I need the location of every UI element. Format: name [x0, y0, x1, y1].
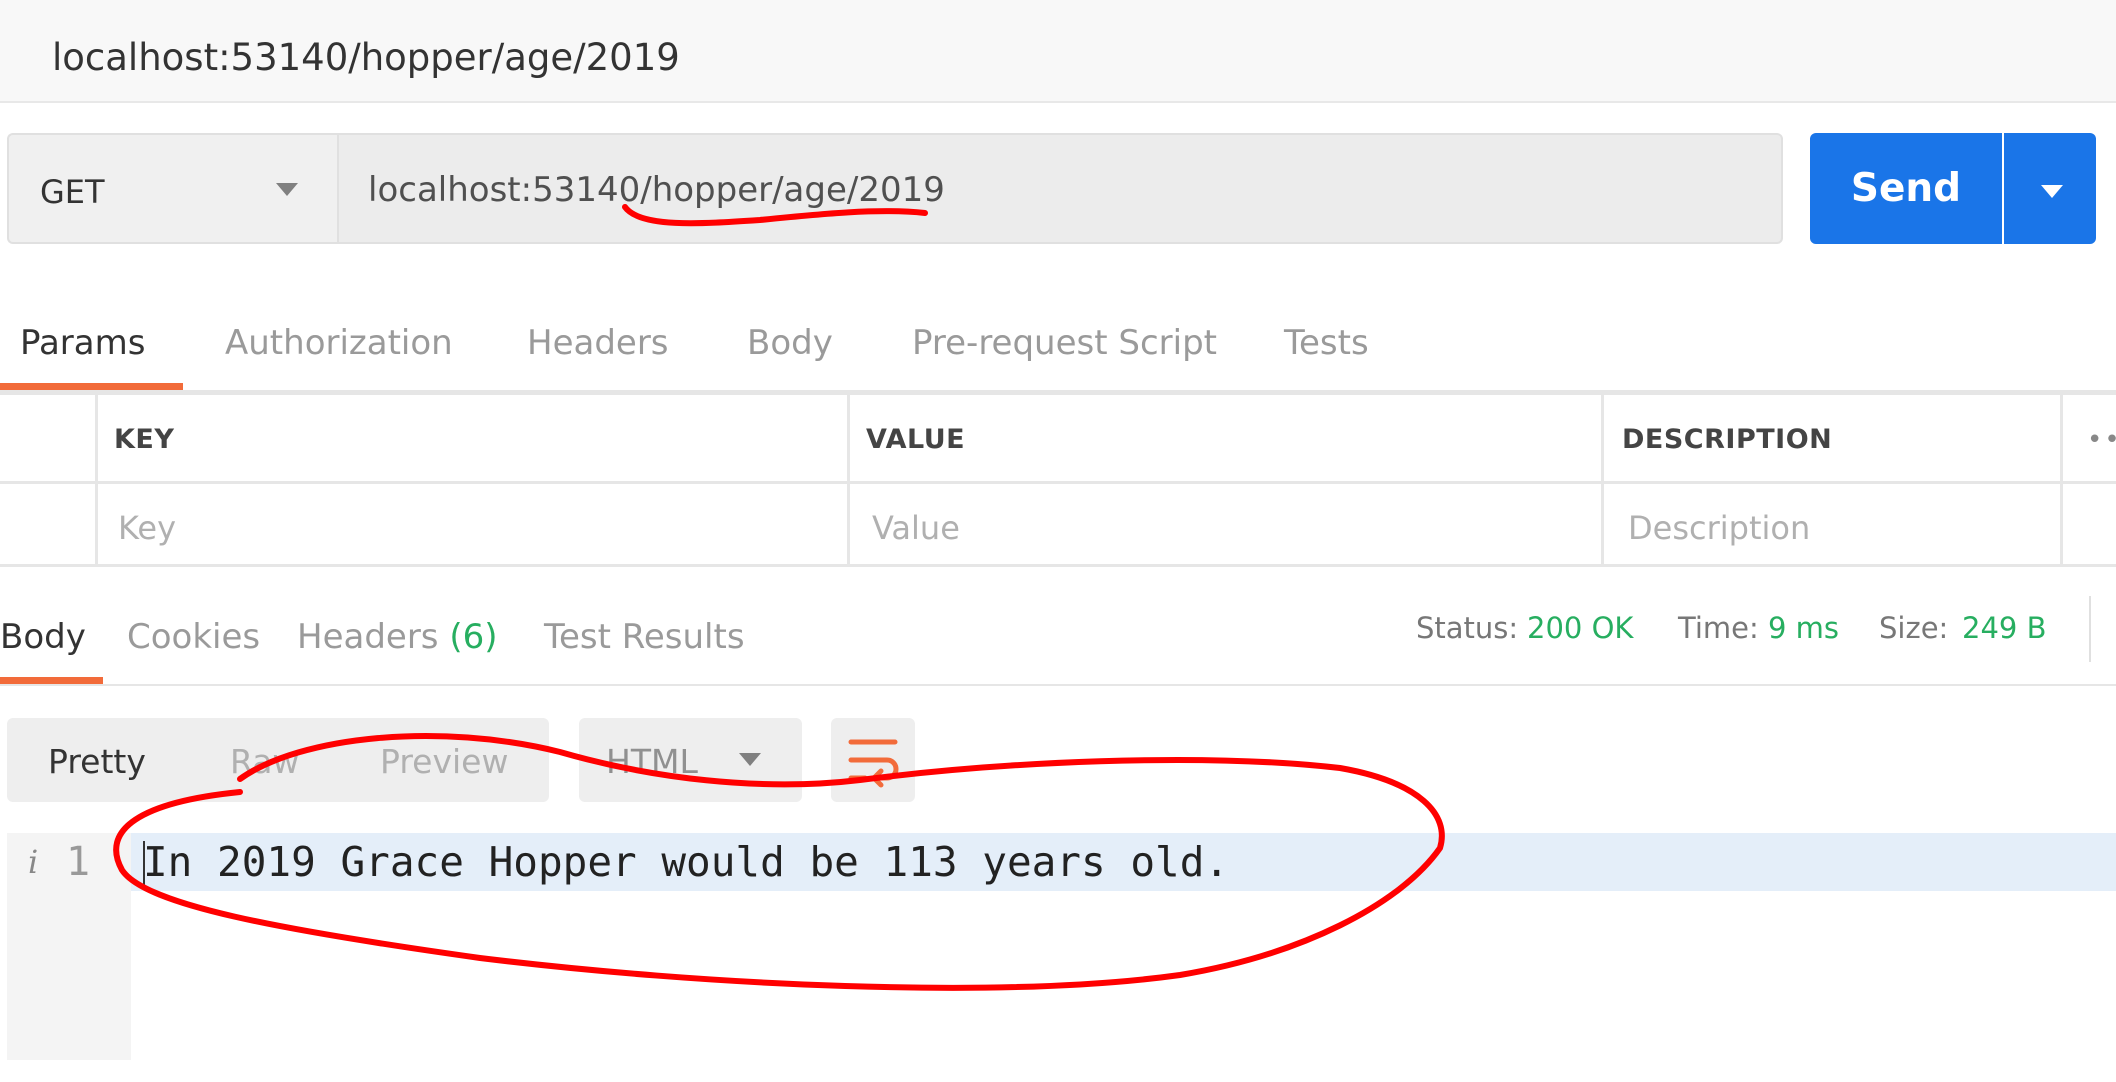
status-value: 200 OK	[1527, 611, 1634, 645]
size-value: 249 B	[1962, 611, 2047, 645]
send-button[interactable]: Send	[1810, 133, 2002, 244]
tab-pre-request-script[interactable]: Pre-request Script	[912, 323, 1217, 363]
time-label: Time:	[1678, 611, 1759, 645]
preview-button[interactable]: Preview	[380, 742, 508, 781]
response-body-line[interactable]: In 2019 Grace Hopper would be 113 years …	[143, 838, 1229, 886]
response-tab-cookies[interactable]: Cookies	[127, 617, 260, 657]
url-value[interactable]: localhost:53140/hopper/age/2019	[368, 170, 945, 210]
headers-count-badge: (6)	[449, 617, 498, 657]
divider	[0, 684, 2116, 686]
request-title[interactable]: localhost:53140/hopper/age/2019	[52, 36, 680, 79]
table-border	[0, 481, 2116, 484]
table-border	[0, 564, 2116, 567]
wrap-lines-icon	[848, 739, 899, 788]
tab-body[interactable]: Body	[747, 323, 833, 363]
response-tab-headers[interactable]: Headers (6)	[297, 617, 498, 657]
active-tab-indicator	[0, 677, 103, 684]
pretty-button[interactable]: Pretty	[48, 742, 146, 781]
column-header-value: VALUE	[866, 424, 966, 455]
tab-authorization[interactable]: Authorization	[225, 323, 453, 363]
divider	[2089, 596, 2091, 662]
response-tab-headers-label: Headers	[297, 617, 439, 657]
raw-button[interactable]: Raw	[230, 742, 299, 781]
table-border	[2060, 392, 2063, 567]
value-input[interactable]: Value	[872, 509, 960, 547]
active-tab-indicator	[0, 383, 183, 390]
more-icon[interactable]: ••	[2087, 425, 2116, 455]
method-label[interactable]: GET	[40, 173, 105, 211]
response-tab-test-results[interactable]: Test Results	[544, 617, 745, 657]
table-border	[847, 392, 850, 567]
table-border	[0, 392, 2116, 395]
time-value: 9 ms	[1768, 611, 1840, 645]
key-input[interactable]: Key	[118, 509, 176, 547]
status-label: Status:	[1416, 611, 1519, 645]
column-header-description: DESCRIPTION	[1622, 424, 1833, 455]
line-number: 1	[66, 839, 91, 885]
chevron-down-icon[interactable]	[276, 183, 298, 196]
table-border	[95, 392, 98, 567]
table-border	[1601, 392, 1604, 567]
wrap-lines-button[interactable]	[831, 718, 915, 802]
info-icon: i	[28, 843, 39, 881]
language-label[interactable]: HTML	[606, 742, 698, 781]
size-label: Size:	[1879, 611, 1949, 645]
tab-tests[interactable]: Tests	[1284, 323, 1369, 363]
response-tab-body[interactable]: Body	[0, 617, 86, 657]
chevron-down-icon[interactable]	[2041, 185, 2063, 198]
tab-headers[interactable]: Headers	[527, 323, 669, 363]
description-input[interactable]: Description	[1628, 509, 1810, 547]
tab-params[interactable]: Params	[20, 323, 145, 363]
chevron-down-icon[interactable]	[739, 753, 761, 766]
column-header-key: KEY	[114, 424, 175, 455]
